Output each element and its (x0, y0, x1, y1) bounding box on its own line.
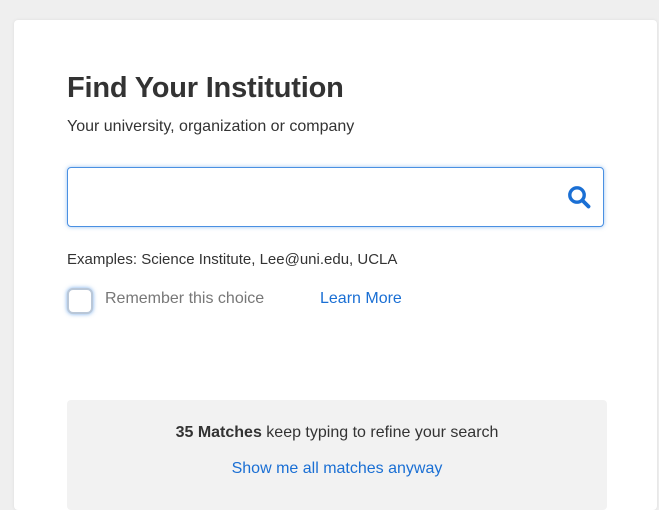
matches-summary: 35 Matches keep typing to refine your se… (67, 424, 607, 442)
remember-choice-label[interactable]: Remember this choice (105, 290, 264, 308)
matches-panel: 35 Matches keep typing to refine your se… (67, 400, 607, 510)
page-title: Find Your Institution (67, 72, 344, 104)
institution-search-card: Find Your Institution Your university, o… (14, 20, 657, 510)
remember-choice-checkbox[interactable] (67, 288, 93, 314)
page-subtitle: Your university, organization or company (67, 118, 355, 135)
matches-count: 35 Matches (175, 424, 262, 441)
learn-more-link[interactable]: Learn More (320, 290, 402, 308)
search-examples: Examples: Science Institute, Lee@uni.edu… (67, 251, 398, 268)
matches-hint: keep typing to refine your search (261, 424, 499, 441)
search-input[interactable] (68, 168, 548, 226)
search-box[interactable] (67, 167, 604, 227)
search-icon[interactable] (566, 184, 592, 210)
show-all-matches-link[interactable]: Show me all matches anyway (232, 460, 443, 477)
